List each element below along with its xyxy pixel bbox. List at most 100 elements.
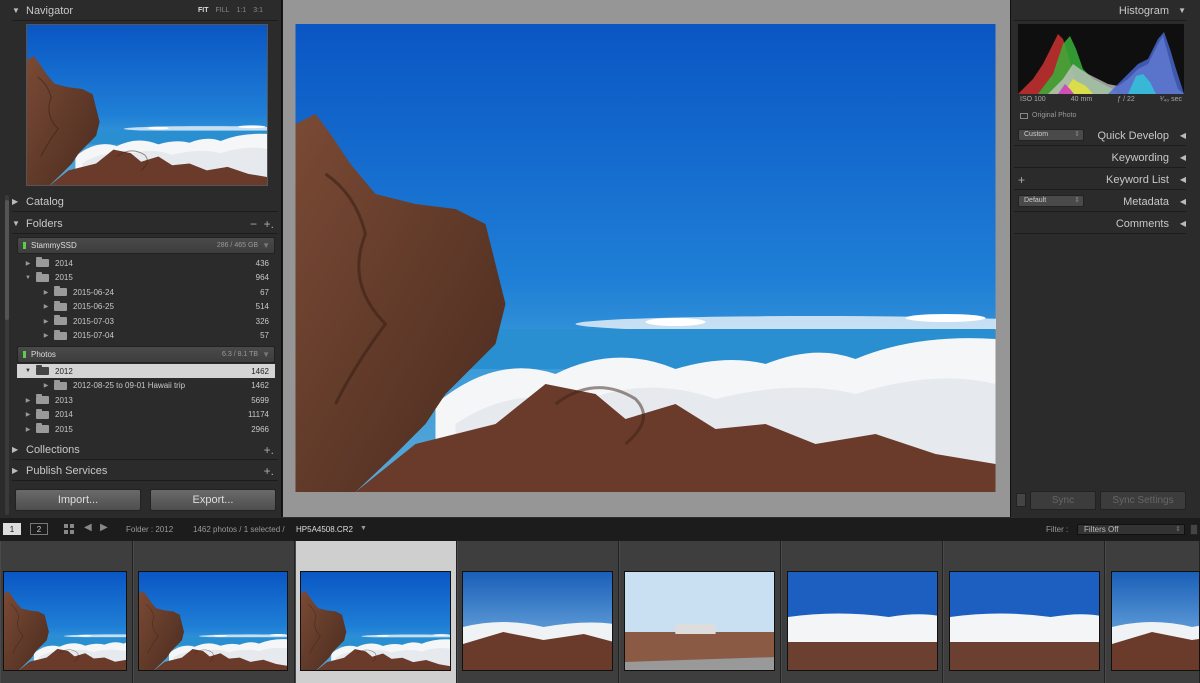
folder-row[interactable]: ▼ 2015 964 bbox=[17, 271, 275, 285]
expand-triangle-icon[interactable]: ▶ bbox=[41, 382, 51, 389]
metadata-title: Metadata bbox=[1123, 195, 1169, 208]
checkbox-icon[interactable] bbox=[1020, 112, 1028, 119]
quick-develop-preset-select[interactable]: Custom bbox=[1018, 129, 1084, 141]
filter-select[interactable]: Filters Off bbox=[1077, 524, 1185, 535]
publish-services-title: Publish Services bbox=[26, 464, 108, 477]
original-photo-toggle[interactable]: Original Photo bbox=[1020, 112, 1076, 119]
publish-services-header[interactable]: ▶ Publish Services +. bbox=[12, 461, 278, 481]
folder-count: 326 bbox=[255, 316, 269, 326]
filename-dropdown-icon[interactable]: ▼ bbox=[360, 525, 367, 532]
film-thumbnail[interactable] bbox=[949, 571, 1100, 671]
volume-dropdown-icon[interactable]: ▼ bbox=[262, 350, 270, 359]
folder-icon bbox=[36, 408, 49, 419]
folder-row[interactable]: ▶ 2014 436 bbox=[17, 256, 275, 270]
film-thumbnail[interactable] bbox=[1111, 571, 1200, 671]
collapse-triangle-icon[interactable]: ▼ bbox=[23, 368, 33, 374]
folder-row[interactable]: ▶ 2015 2966 bbox=[17, 422, 275, 436]
sync-settings-button[interactable]: Sync Settings bbox=[1100, 491, 1186, 510]
folder-row[interactable]: ▼ 2012 1462 bbox=[17, 364, 275, 378]
quick-develop-title: Quick Develop bbox=[1097, 129, 1169, 142]
screen-2-button[interactable]: 2 bbox=[30, 523, 48, 535]
folder-name: 2015 bbox=[55, 273, 73, 282]
comments-title: Comments bbox=[1115, 217, 1169, 230]
expand-triangle-icon: ◀ bbox=[1179, 131, 1186, 140]
expand-triangle-icon[interactable]: ▶ bbox=[23, 260, 33, 267]
filename-label[interactable]: HP5A4508.CR2 bbox=[296, 525, 353, 534]
keyword-list-header[interactable]: + Keyword List ◀ bbox=[1014, 170, 1186, 190]
collapse-triangle-icon[interactable]: ▼ bbox=[23, 275, 33, 281]
folders-remove-icon[interactable]: − +. bbox=[250, 217, 278, 231]
folder-name: 2013 bbox=[55, 395, 73, 405]
forward-arrow-icon[interactable]: ▶ bbox=[100, 522, 108, 533]
quick-develop-header[interactable]: Custom Quick Develop ◀ bbox=[1014, 126, 1186, 146]
folder-row[interactable]: ▶ 2015-07-03 326 bbox=[17, 314, 275, 328]
volume-photos[interactable]: Photos 6.3 / 8.1 TB ▼ bbox=[17, 346, 275, 363]
histogram-header[interactable]: Histogram ▼ bbox=[1014, 1, 1186, 21]
folder-row[interactable]: ▶ 2015-06-25 514 bbox=[17, 300, 275, 314]
add-keyword-icon[interactable]: + bbox=[1018, 173, 1025, 187]
volume-size: 6.3 / 8.1 TB bbox=[222, 351, 259, 358]
expand-triangle-icon[interactable]: ▶ bbox=[41, 289, 51, 296]
folder-row[interactable]: ▶ 2015-06-24 67 bbox=[17, 285, 275, 299]
folder-name: 2015-07-04 bbox=[73, 331, 114, 340]
photo-count-label: 1462 photos / 1 selected / bbox=[193, 525, 285, 534]
exif-info: ISO 100 40 mm ƒ / 22 ¹⁄₄₀ sec bbox=[1020, 96, 1182, 106]
add-publish-service-icon[interactable]: +. bbox=[264, 464, 278, 478]
collapse-triangle-icon: ▼ bbox=[12, 219, 20, 228]
folder-row[interactable]: ▶ 2012-08-25 to 09-01 Hawaii trip 1462 bbox=[17, 379, 275, 393]
filter-lock-icon[interactable] bbox=[1190, 524, 1198, 535]
import-button[interactable]: Import... bbox=[15, 489, 141, 511]
film-thumbnail-selected[interactable] bbox=[300, 571, 451, 671]
sync-toggle-switch[interactable] bbox=[1016, 493, 1026, 507]
folder-icon bbox=[54, 329, 67, 340]
folder-count: 964 bbox=[255, 273, 269, 282]
film-thumbnail[interactable] bbox=[624, 571, 775, 671]
zoom-mode-fit[interactable]: FIT bbox=[198, 7, 209, 14]
expand-triangle-icon: ◀ bbox=[1179, 197, 1186, 206]
keywording-header[interactable]: Keywording ◀ bbox=[1014, 148, 1186, 168]
expand-triangle-icon[interactable]: ▶ bbox=[23, 411, 33, 418]
folder-row[interactable]: ▶ 2014 11174 bbox=[17, 408, 275, 422]
metadata-header[interactable]: Default Metadata ◀ bbox=[1014, 192, 1186, 212]
histogram-graph[interactable] bbox=[1018, 24, 1184, 94]
folders-header[interactable]: ▼ Folders − +. bbox=[12, 214, 278, 234]
zoom-mode-3-1[interactable]: 3:1 bbox=[253, 7, 263, 14]
expand-triangle-icon[interactable]: ▶ bbox=[41, 332, 51, 339]
export-button[interactable]: Export... bbox=[150, 489, 276, 511]
collections-header[interactable]: ▶ Collections +. bbox=[12, 440, 278, 460]
grid-view-icon[interactable] bbox=[64, 524, 74, 534]
zoom-mode-fill[interactable]: FILL bbox=[216, 7, 230, 14]
film-thumbnail[interactable] bbox=[3, 571, 127, 671]
back-arrow-icon[interactable]: ◀ bbox=[84, 522, 92, 533]
expand-triangle-icon[interactable]: ▶ bbox=[23, 426, 33, 433]
folder-icon bbox=[36, 365, 49, 375]
exif-shutter: ¹⁄₄₀ sec bbox=[1159, 96, 1182, 103]
expand-triangle-icon[interactable]: ▶ bbox=[41, 303, 51, 310]
expand-triangle-icon[interactable]: ▶ bbox=[23, 397, 33, 404]
filmstrip-toolbar: 1 2 ◀ ▶ Folder : 2012 1462 photos / 1 se… bbox=[0, 517, 1200, 541]
expand-triangle-icon[interactable]: ▶ bbox=[41, 318, 51, 325]
collapse-triangle-icon: ▼ bbox=[12, 6, 20, 15]
screen-1-button[interactable]: 1 bbox=[3, 523, 21, 535]
volume-stammyssd[interactable]: StammySSD 286 / 465 GB ▼ bbox=[17, 237, 275, 254]
folder-row[interactable]: ▶ 2013 5699 bbox=[17, 393, 275, 407]
volume-dropdown-icon[interactable]: ▼ bbox=[262, 241, 270, 250]
filmstrip[interactable] bbox=[0, 541, 1200, 683]
left-scrollbar-thumb[interactable] bbox=[5, 200, 9, 320]
folder-row[interactable]: ▶ 2015-07-04 57 bbox=[17, 329, 275, 343]
folder-count: 436 bbox=[255, 258, 269, 268]
add-collection-icon[interactable]: +. bbox=[264, 443, 278, 457]
folder-count: 2966 bbox=[251, 424, 269, 434]
folder-name: 2014 bbox=[55, 258, 73, 268]
sync-button[interactable]: Sync bbox=[1030, 491, 1096, 510]
metadata-preset-select[interactable]: Default bbox=[1018, 195, 1084, 207]
folder-name: 2012-08-25 to 09-01 Hawaii trip bbox=[73, 381, 186, 390]
navigator-preview[interactable] bbox=[26, 24, 268, 186]
main-photo[interactable] bbox=[295, 24, 996, 492]
catalog-header[interactable]: ▶ Catalog bbox=[12, 192, 278, 212]
film-thumbnail[interactable] bbox=[138, 571, 288, 671]
film-thumbnail[interactable] bbox=[787, 571, 938, 671]
comments-header[interactable]: Comments ◀ bbox=[1014, 214, 1186, 234]
film-thumbnail[interactable] bbox=[462, 571, 613, 671]
zoom-mode-1-1[interactable]: 1:1 bbox=[237, 7, 247, 14]
